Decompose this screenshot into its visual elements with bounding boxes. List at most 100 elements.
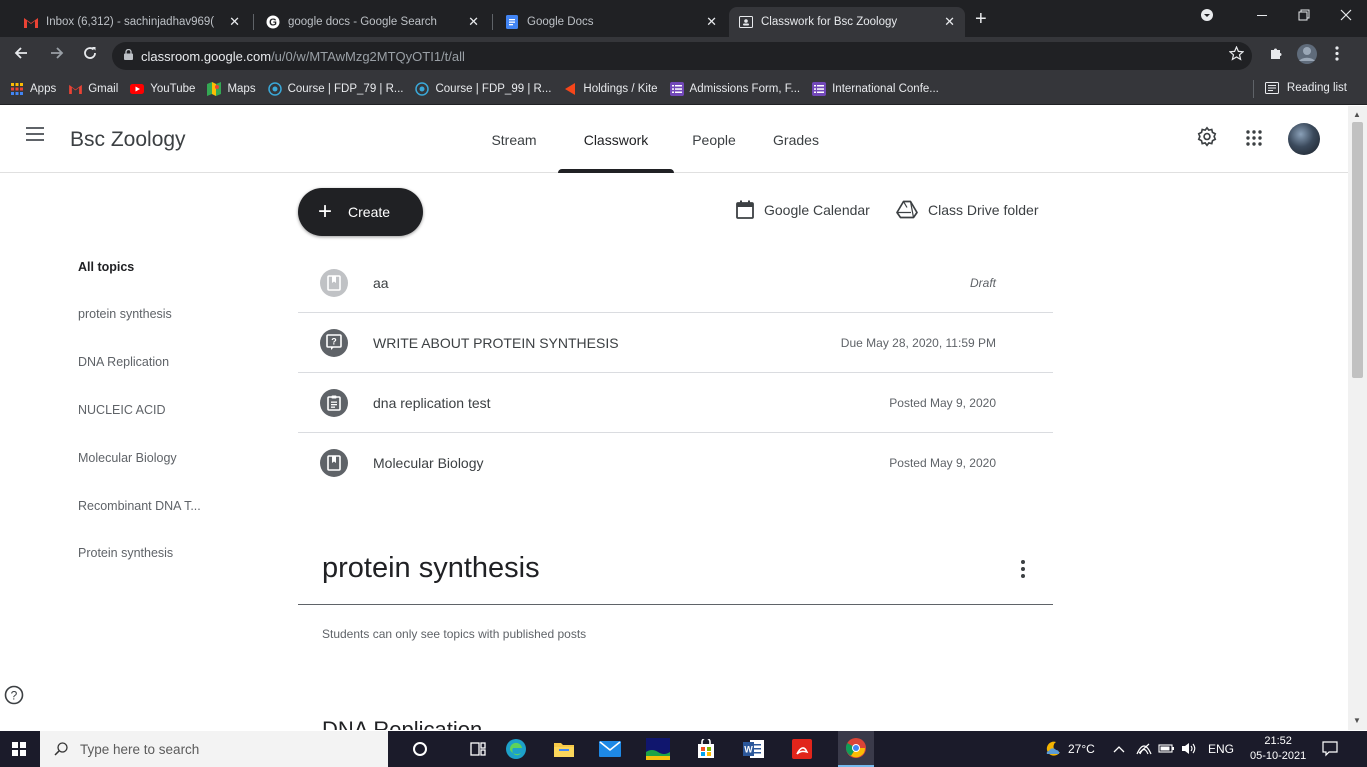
tab-title: Google Docs bbox=[527, 16, 594, 28]
classwork-item[interactable]: dna replication test Posted May 9, 2020 bbox=[298, 373, 1053, 433]
tab-title: google docs - Google Search bbox=[288, 16, 437, 28]
address-bar[interactable]: classroom.google.com/u/0/w/MTAwMzg2MTQyO… bbox=[112, 42, 1252, 70]
edge-icon[interactable] bbox=[504, 737, 528, 761]
bookmark-label: YouTube bbox=[150, 83, 196, 95]
topic-nucleic-acid[interactable]: NUCLEIC ACID bbox=[78, 403, 166, 417]
plus-icon: + bbox=[318, 198, 333, 225]
bookmark-admissions[interactable]: Admissions Form, F... bbox=[669, 82, 801, 96]
youtube-icon bbox=[130, 82, 145, 96]
show-hidden-icons[interactable] bbox=[1113, 742, 1125, 756]
bookmark-gmail[interactable]: Gmail bbox=[68, 82, 118, 96]
tab-classwork[interactable]: Classwork bbox=[558, 106, 674, 173]
google-apps-icon[interactable] bbox=[1246, 130, 1270, 154]
scroll-up-icon[interactable]: ▲ bbox=[1353, 110, 1361, 119]
battery-icon[interactable] bbox=[1158, 742, 1176, 757]
file-explorer-icon[interactable] bbox=[552, 737, 576, 761]
tab-stream[interactable]: Stream bbox=[470, 106, 558, 173]
help-icon[interactable]: ? bbox=[4, 685, 24, 705]
profile-menu-icon[interactable] bbox=[1200, 8, 1214, 25]
tab-classwork[interactable]: Classwork for Bsc Zoology ✕ bbox=[729, 7, 965, 37]
weather-icon[interactable] bbox=[1044, 740, 1062, 761]
item-title: WRITE ABOUT PROTEIN SYNTHESIS bbox=[373, 334, 619, 351]
class-title[interactable]: Bsc Zoology bbox=[70, 128, 186, 152]
close-icon[interactable]: ✕ bbox=[944, 14, 955, 30]
tab-people[interactable]: People bbox=[674, 106, 754, 173]
input-language[interactable]: ENG bbox=[1208, 742, 1234, 756]
chrome-taskbar-icon[interactable] bbox=[838, 731, 874, 767]
new-tab-button[interactable]: + bbox=[975, 9, 987, 29]
class-settings-icon[interactable] bbox=[1196, 126, 1220, 150]
bookmark-course-99[interactable]: Course | FDP_99 | R... bbox=[415, 82, 551, 96]
weather-temperature[interactable]: 27°C bbox=[1068, 742, 1095, 756]
cortana-icon[interactable] bbox=[408, 737, 432, 761]
tab-google-docs[interactable]: Google Docs ✕ bbox=[495, 7, 727, 37]
classwork-item[interactable]: ? WRITE ABOUT PROTEIN SYNTHESIS Due May … bbox=[298, 313, 1053, 373]
reading-list-button[interactable]: Reading list bbox=[1252, 80, 1347, 98]
account-avatar[interactable] bbox=[1288, 123, 1320, 155]
task-view-icon[interactable] bbox=[466, 737, 490, 761]
network-icon[interactable] bbox=[1136, 742, 1152, 758]
tab-google-search[interactable]: G google docs - Google Search ✕ bbox=[256, 7, 489, 37]
extensions-icon[interactable] bbox=[1268, 46, 1283, 65]
restore-icon[interactable] bbox=[1298, 8, 1310, 24]
item-title: dna replication test bbox=[373, 394, 491, 411]
svg-text:W: W bbox=[744, 745, 753, 755]
bookmark-label: Course | FDP_99 | R... bbox=[435, 83, 552, 95]
close-icon[interactable]: ✕ bbox=[468, 14, 479, 30]
forward-icon[interactable] bbox=[50, 46, 64, 65]
google-calendar-link[interactable]: Google Calendar bbox=[736, 200, 870, 219]
topic-molecular-biology[interactable]: Molecular Biology bbox=[78, 451, 177, 465]
kite-icon bbox=[563, 82, 577, 96]
bookmark-star-icon[interactable] bbox=[1228, 45, 1245, 65]
main-menu-icon[interactable] bbox=[26, 127, 44, 141]
store-icon[interactable] bbox=[694, 737, 718, 761]
scrollbar-thumb[interactable] bbox=[1352, 122, 1363, 378]
photos-app-icon[interactable] bbox=[646, 737, 670, 761]
topic-options-icon[interactable] bbox=[1017, 560, 1029, 580]
bookmark-label: Holdings / Kite bbox=[583, 83, 658, 95]
taskbar-clock[interactable]: 21:52 05-10-2021 bbox=[1250, 734, 1306, 764]
bookmark-international[interactable]: International Confe... bbox=[812, 82, 939, 96]
classwork-item[interactable]: aa Draft bbox=[298, 253, 1053, 313]
profile-avatar-icon[interactable] bbox=[1296, 43, 1318, 69]
notifications-icon[interactable] bbox=[1322, 741, 1338, 760]
window-close-icon[interactable] bbox=[1340, 8, 1352, 24]
topic-recombinant-dna[interactable]: Recombinant DNA T... bbox=[78, 499, 201, 513]
topic-section-title: protein synthesis bbox=[322, 552, 540, 584]
tab-grades[interactable]: Grades bbox=[754, 106, 838, 173]
back-icon[interactable] bbox=[14, 46, 28, 65]
topic-protein-synthesis-2[interactable]: Protein synthesis bbox=[78, 546, 173, 560]
scroll-down-icon[interactable]: ▼ bbox=[1353, 716, 1361, 725]
chrome-menu-icon[interactable] bbox=[1335, 46, 1339, 65]
page-scrollbar[interactable]: ▲ ▼ bbox=[1348, 106, 1367, 730]
topic-protein-synthesis[interactable]: protein synthesis bbox=[78, 307, 172, 321]
bookmark-label: Admissions Form, F... bbox=[689, 83, 801, 95]
svg-text:?: ? bbox=[11, 689, 18, 703]
mail-icon[interactable] bbox=[598, 737, 622, 761]
create-button[interactable]: + Create bbox=[298, 188, 423, 236]
minimize-icon[interactable] bbox=[1256, 8, 1268, 24]
volume-icon[interactable] bbox=[1181, 742, 1197, 758]
acrobat-icon[interactable] bbox=[790, 737, 814, 761]
bookmark-apps[interactable]: Apps bbox=[10, 82, 56, 96]
word-icon[interactable]: W bbox=[742, 737, 766, 761]
bookmark-label: Apps bbox=[30, 83, 57, 95]
browser-tab-strip: Inbox (6,312) - sachinjadhav969( ✕ G goo… bbox=[0, 0, 1367, 37]
tab-gmail[interactable]: Inbox (6,312) - sachinjadhav969( ✕ bbox=[14, 7, 250, 37]
close-icon[interactable]: ✕ bbox=[706, 14, 717, 30]
bookmark-course-79[interactable]: Course | FDP_79 | R... bbox=[267, 82, 403, 96]
classwork-item[interactable]: Molecular Biology Posted May 9, 2020 bbox=[298, 433, 1053, 493]
browser-toolbar: classroom.google.com/u/0/w/MTAwMzg2MTQyO… bbox=[0, 37, 1367, 74]
class-drive-folder-link[interactable]: Class Drive folder bbox=[896, 200, 1038, 219]
close-icon[interactable]: ✕ bbox=[229, 14, 240, 30]
taskbar-search[interactable]: Type here to search bbox=[40, 731, 388, 767]
bookmark-youtube[interactable]: YouTube bbox=[130, 82, 195, 96]
reload-icon[interactable] bbox=[83, 46, 97, 65]
topic-all-topics[interactable]: All topics bbox=[78, 260, 134, 274]
forms-icon bbox=[669, 82, 684, 96]
windows-start-icon[interactable] bbox=[12, 742, 26, 756]
bookmark-kite[interactable]: Holdings / Kite bbox=[563, 82, 658, 96]
bookmark-maps[interactable]: Maps bbox=[207, 82, 256, 96]
item-title: Molecular Biology bbox=[373, 455, 484, 471]
topic-dna-replication[interactable]: DNA Replication bbox=[78, 355, 169, 369]
